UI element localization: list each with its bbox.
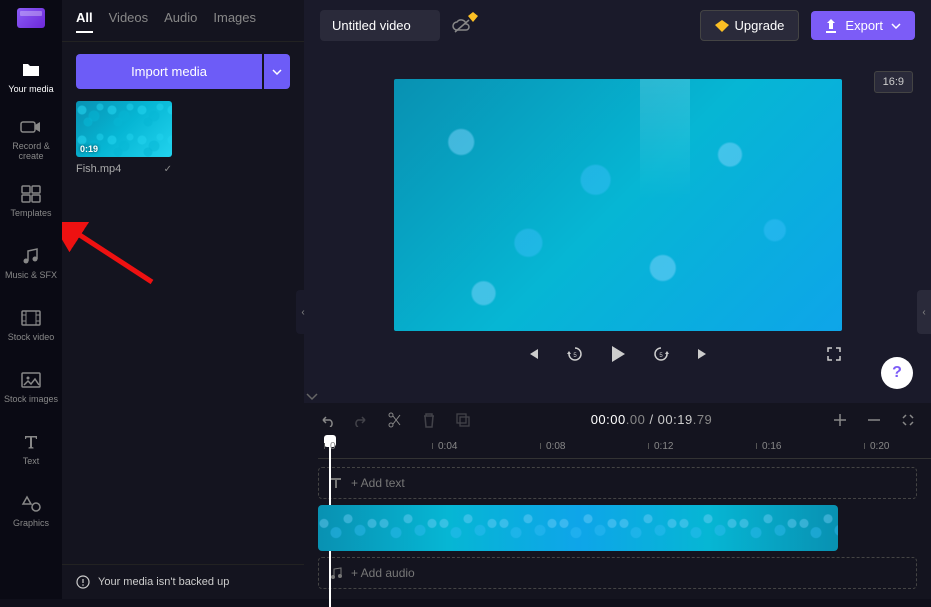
upload-icon — [825, 19, 837, 33]
sidebar-item-label: Stock images — [4, 395, 58, 405]
video-title-input[interactable] — [320, 10, 440, 41]
zoom-in-button[interactable] — [831, 411, 849, 429]
sidebar-item-stock-video[interactable]: Stock video — [0, 294, 62, 356]
sidebar-item-label: Graphics — [13, 519, 49, 529]
audio-track[interactable]: + Add audio — [318, 557, 917, 589]
help-button[interactable]: ? — [881, 357, 913, 389]
ruler-mark: 0:04 — [438, 441, 457, 452]
ruler-mark: 0:08 — [546, 441, 565, 452]
timeline-timecode: 00:00.00 / 00:19.79 — [591, 412, 713, 428]
collapse-preview-button[interactable] — [304, 391, 931, 403]
add-audio-label: + Add audio — [351, 566, 415, 580]
split-button[interactable] — [386, 411, 404, 429]
import-dropdown-button[interactable] — [264, 54, 290, 89]
tab-all[interactable]: All — [76, 10, 93, 33]
backup-warning-bar[interactable]: Your media isn't backed up — [62, 564, 304, 599]
sidebar-item-label: Record & create — [0, 142, 62, 162]
cloud-sync-icon[interactable] — [452, 18, 472, 34]
fullscreen-button[interactable] — [826, 346, 842, 362]
timeline: 00:00.00 / 00:19.79 00:040:080:120:160: — [304, 403, 931, 599]
zoom-fit-button[interactable] — [899, 411, 917, 429]
video-preview[interactable] — [394, 79, 842, 331]
text-icon — [20, 431, 42, 453]
media-tabs: All Videos Audio Images — [62, 0, 304, 42]
redo-button[interactable] — [352, 411, 370, 429]
warning-icon — [76, 575, 90, 589]
sidebar-item-label: Music & SFX — [5, 271, 57, 281]
preview-area: 16:9 5 5 — [304, 51, 931, 391]
upgrade-label: Upgrade — [735, 18, 785, 33]
sidebar-item-music-sfx[interactable]: Music & SFX — [0, 232, 62, 294]
sidebar-item-your-media[interactable]: Your media — [0, 46, 62, 108]
timeline-ruler[interactable]: 0 0:04 0:08 0:12 0:16 0:20 — [318, 437, 931, 459]
text-track[interactable]: + Add text — [318, 467, 917, 499]
export-label: Export — [845, 18, 883, 33]
svg-text:5: 5 — [659, 353, 663, 359]
sidebar-item-label: Your media — [8, 85, 53, 95]
app-logo[interactable] — [17, 8, 45, 28]
music-icon — [20, 245, 42, 267]
media-panel: All Videos Audio Images Import media 0:1… — [62, 0, 304, 599]
sidebar-item-stock-images[interactable]: Stock images — [0, 356, 62, 418]
media-duration: 0:19 — [80, 144, 98, 154]
undo-button[interactable] — [318, 411, 336, 429]
sidebar-item-record-create[interactable]: Record & create — [0, 108, 62, 170]
ruler-mark: 0 — [330, 441, 336, 452]
upgrade-button[interactable]: Upgrade — [700, 10, 800, 41]
import-media-button[interactable]: Import media — [76, 54, 262, 89]
media-grid: 0:19 Fish.mp4 ✓ — [62, 101, 304, 564]
ruler-mark: 0:12 — [654, 441, 673, 452]
main-area: Upgrade Export 16:9 5 — [304, 0, 931, 599]
skip-end-button[interactable] — [696, 347, 710, 361]
skip-start-button[interactable] — [526, 347, 540, 361]
templates-icon — [20, 183, 42, 205]
ruler-mark: 0:20 — [870, 441, 889, 452]
music-icon — [329, 566, 343, 580]
media-filename: Fish.mp4 — [76, 163, 121, 175]
aspect-ratio-button[interactable]: 16:9 — [874, 71, 913, 93]
folder-icon — [20, 59, 42, 81]
svg-text:5: 5 — [573, 353, 577, 359]
tab-videos[interactable]: Videos — [109, 10, 149, 33]
diamond-badge-icon — [468, 12, 478, 22]
top-bar: Upgrade Export — [304, 0, 931, 51]
film-icon — [20, 307, 42, 329]
camera-icon — [20, 116, 42, 138]
ruler-mark: 0:16 — [762, 441, 781, 452]
media-thumbnail: 0:19 — [76, 101, 172, 157]
forward-5-button[interactable]: 5 — [652, 345, 670, 363]
chevron-down-icon — [891, 23, 901, 29]
collapse-media-panel-button[interactable]: ‹ — [296, 290, 310, 334]
player-controls: 5 5 — [394, 345, 842, 363]
duplicate-button[interactable] — [454, 411, 472, 429]
add-text-label: + Add text — [351, 476, 405, 490]
image-icon — [20, 369, 42, 391]
expand-right-panel-button[interactable]: ‹ — [917, 290, 931, 334]
diamond-icon — [715, 20, 729, 32]
video-track-clip[interactable] — [318, 505, 838, 551]
media-item[interactable]: 0:19 Fish.mp4 ✓ — [76, 101, 172, 175]
chevron-down-icon — [272, 69, 282, 75]
backup-message: Your media isn't backed up — [98, 576, 229, 588]
tab-images[interactable]: Images — [213, 10, 256, 33]
shapes-icon — [20, 493, 42, 515]
tab-audio[interactable]: Audio — [164, 10, 197, 33]
rewind-5-button[interactable]: 5 — [566, 345, 584, 363]
sidebar-item-label: Templates — [10, 209, 51, 219]
sidebar-item-label: Text — [23, 457, 40, 467]
zoom-out-button[interactable] — [865, 411, 883, 429]
delete-button[interactable] — [420, 411, 438, 429]
timeline-toolbar: 00:00.00 / 00:19.79 — [304, 403, 931, 437]
sidebar: Your media Record & create Templates Mus… — [0, 0, 62, 599]
sidebar-item-graphics[interactable]: Graphics — [0, 480, 62, 542]
sidebar-item-text[interactable]: Text — [0, 418, 62, 480]
sidebar-item-label: Stock video — [8, 333, 55, 343]
export-button[interactable]: Export — [811, 11, 915, 40]
play-button[interactable] — [610, 345, 626, 363]
text-icon — [329, 476, 343, 490]
check-icon: ✓ — [164, 164, 172, 175]
timeline-tracks: + Add text + Add audio — [304, 459, 931, 589]
sidebar-item-templates[interactable]: Templates — [0, 170, 62, 232]
